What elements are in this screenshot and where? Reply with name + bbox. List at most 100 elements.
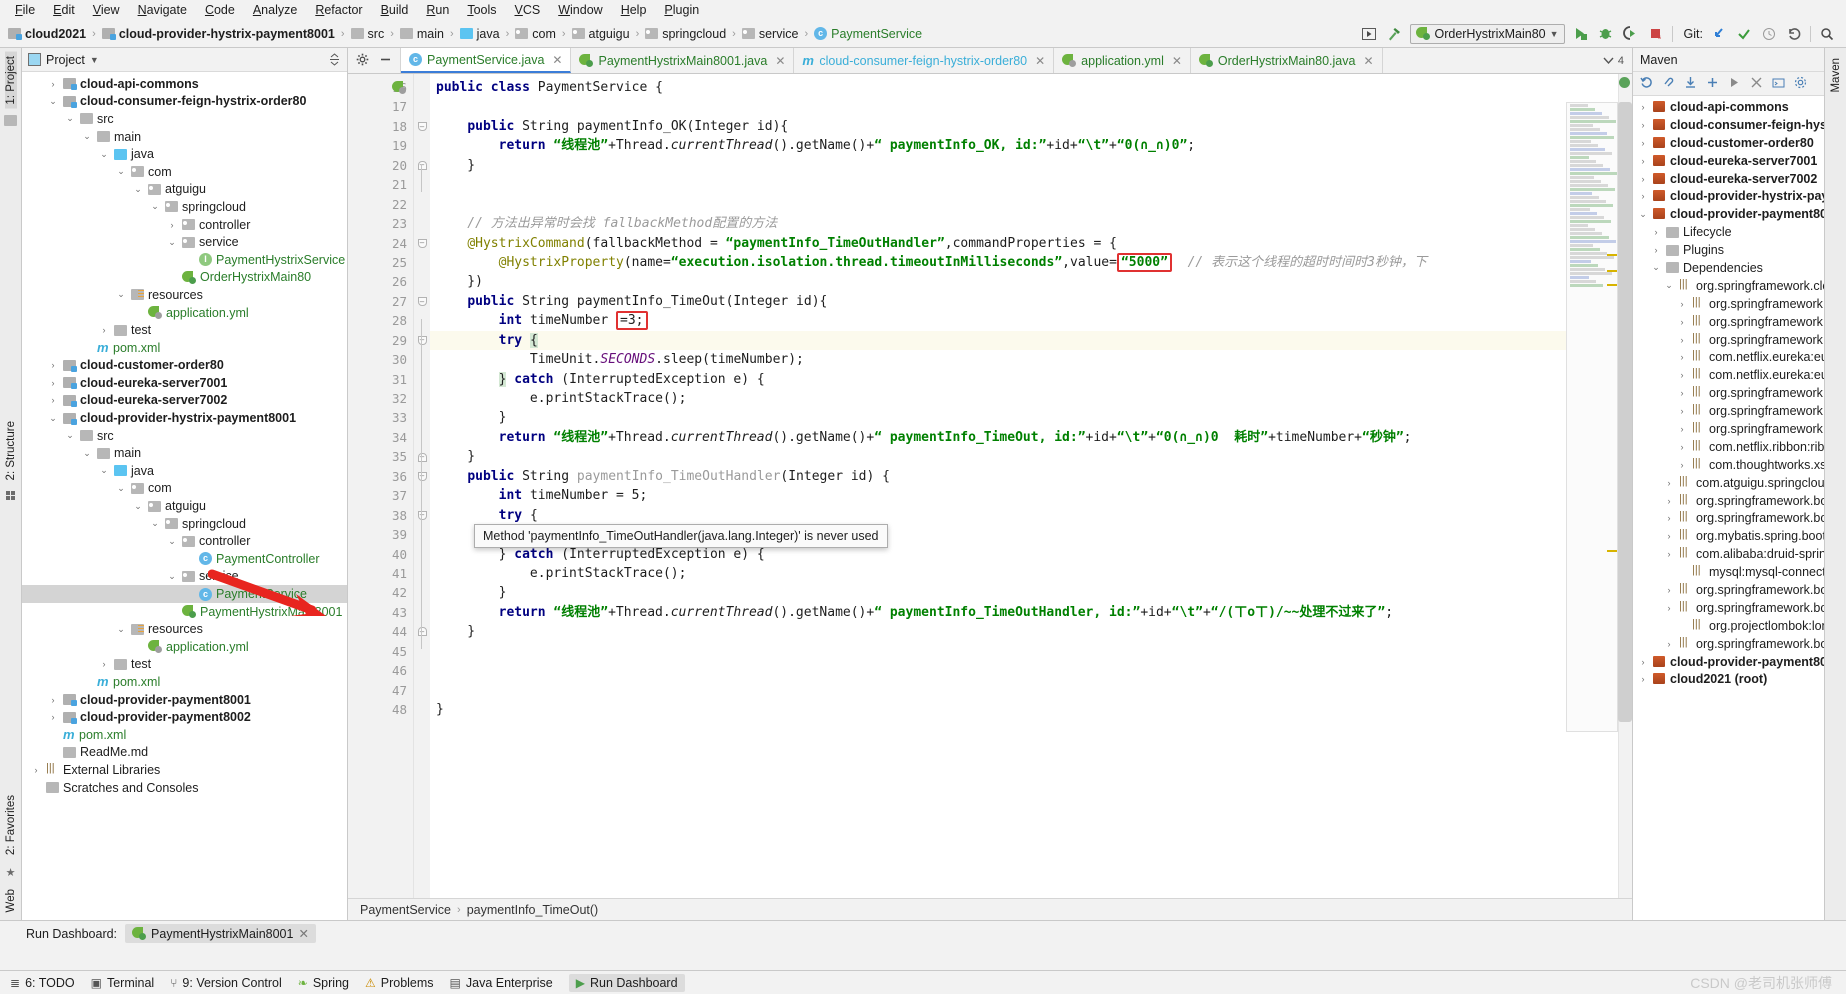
tree-item-atguigu[interactable]: ⌄ atguigu xyxy=(22,497,347,515)
fold-marker[interactable]: – xyxy=(414,467,430,486)
fold-marker[interactable]: – xyxy=(414,156,430,175)
download-sources-icon[interactable] xyxy=(1684,76,1697,92)
fold-expand-icon[interactable]: – xyxy=(417,160,427,170)
chevron-right-icon[interactable]: › xyxy=(1676,460,1688,470)
menu-item-edit[interactable]: Edit xyxy=(44,2,84,18)
fold-marker[interactable]: – xyxy=(414,447,430,466)
chevron-down-icon[interactable]: ⌄ xyxy=(1637,209,1649,220)
project-tree[interactable]: › cloud-api-commons ⌄ cloud-consumer-feign-… xyxy=(22,72,347,920)
settings-icon[interactable] xyxy=(1794,76,1807,92)
tree-item-service[interactable]: ⌄ service xyxy=(22,568,347,586)
maven-tree-item-cloud-eureka-server7002[interactable]: › cloud-eureka-server7002 xyxy=(1633,170,1824,188)
fold-marker[interactable]: – xyxy=(414,117,430,136)
tree-item-readme-md[interactable]: ReadMe.md xyxy=(22,744,347,762)
tree-item-controller[interactable]: › controller xyxy=(22,216,347,234)
chevron-right-icon[interactable]: › xyxy=(1637,138,1649,148)
tree-item-java[interactable]: ⌄ java xyxy=(22,145,347,163)
chevron-down-icon[interactable]: ⌄ xyxy=(47,96,59,107)
menu-item-vcs[interactable]: VCS xyxy=(506,2,550,18)
bottom-tab-spring[interactable]: ❧ Spring xyxy=(298,976,349,990)
fold-collapse-icon[interactable]: – xyxy=(417,122,427,132)
code-line[interactable]: } xyxy=(430,700,1618,719)
maven-tree[interactable]: › cloud-api-commons › cloud-consumer-feign-… xyxy=(1633,96,1824,920)
tree-item-atguigu[interactable]: ⌄ atguigu xyxy=(22,181,347,199)
maven-tree-item-org-springframework-boo[interactable]: › org.springframework.boo xyxy=(1633,492,1825,510)
maven-tree-item-org-springframework-c[interactable]: › org.springframework.c xyxy=(1633,402,1825,420)
run-with-coverage-icon[interactable] xyxy=(1622,25,1640,43)
maven-tree-item-cloud-provider-payment8001[interactable]: ⌄ cloud-provider-payment8001 xyxy=(1633,205,1824,223)
chevron-down-icon[interactable]: ⌄ xyxy=(166,237,178,248)
code-line[interactable] xyxy=(430,175,1618,194)
code-line[interactable]: // 方法出异常时会找 fallbackMethod配置的方法 xyxy=(430,214,1618,233)
close-icon[interactable]: ✕ xyxy=(1172,54,1182,68)
code-line[interactable] xyxy=(430,661,1618,680)
fold-gutter[interactable]: – – – – – – – – – xyxy=(414,74,430,898)
menu-item-plugin[interactable]: Plugin xyxy=(655,2,708,18)
tree-item-cloud-provider-payment8001[interactable]: › cloud-provider-payment8001 xyxy=(22,691,347,709)
search-icon[interactable] xyxy=(1818,25,1836,43)
tree-item-application-yml[interactable]: application.yml xyxy=(22,304,347,322)
error-stripe[interactable] xyxy=(1618,74,1632,898)
fold-expand-icon[interactable]: – xyxy=(417,627,427,637)
maven-tree-item-org-springframework-boo[interactable]: › org.springframework.boo xyxy=(1633,509,1825,527)
add-icon[interactable] xyxy=(1706,76,1719,92)
chevron-down-icon[interactable]: ⌄ xyxy=(132,184,144,195)
editor-tab-application-yml[interactable]: application.yml ✕ xyxy=(1054,48,1191,73)
maven-tree-item-org-springframework-c[interactable]: › org.springframework.c xyxy=(1633,420,1825,438)
git-commit-icon[interactable] xyxy=(1735,25,1753,43)
fold-marker[interactable]: – xyxy=(414,234,430,253)
tree-item-paymenthystrixmain8001[interactable]: PaymentHystrixMain8001 xyxy=(22,603,347,621)
close-icon[interactable]: ✕ xyxy=(1363,54,1373,68)
chevron-right-icon[interactable]: › xyxy=(1637,674,1649,684)
tree-item-src[interactable]: ⌄ src xyxy=(22,427,347,445)
chevron-down-icon[interactable]: ⌄ xyxy=(81,448,93,459)
tree-item-application-yml[interactable]: application.yml xyxy=(22,638,347,656)
close-icon[interactable]: ✕ xyxy=(1035,54,1045,68)
code-minimap[interactable] xyxy=(1566,102,1618,732)
reload-icon[interactable] xyxy=(1640,76,1653,92)
sidebar-item-project[interactable]: 1: Project xyxy=(4,52,17,109)
chevron-right-icon[interactable]: › xyxy=(1663,549,1675,559)
chevron-down-icon[interactable]: ⌄ xyxy=(132,501,144,512)
tree-item-service[interactable]: ⌄ service xyxy=(22,233,347,251)
chevron-right-icon[interactable]: › xyxy=(98,325,110,335)
chevron-right-icon[interactable]: › xyxy=(98,659,110,669)
fold-collapse-icon[interactable]: – xyxy=(417,297,427,307)
menu-item-run[interactable]: Run xyxy=(417,2,458,18)
breadcrumb-item-com[interactable]: com xyxy=(511,26,560,42)
code-line[interactable] xyxy=(430,195,1618,214)
git-history-icon[interactable] xyxy=(1760,25,1778,43)
chevron-right-icon[interactable]: › xyxy=(1663,603,1675,613)
close-icon[interactable]: ✕ xyxy=(552,53,562,67)
maven-tree-item-cloud-eureka-server7001[interactable]: › cloud-eureka-server7001 xyxy=(1633,152,1824,170)
maven-tree-item-org-springframework-c[interactable]: › org.springframework.c xyxy=(1633,384,1825,402)
chevron-right-icon[interactable]: › xyxy=(47,378,59,388)
chevron-right-icon[interactable]: › xyxy=(1663,478,1675,488)
maven-tree-item-lifecycle[interactable]: › Lifecycle xyxy=(1633,223,1824,241)
editor-tab-overflow[interactable]: 4 xyxy=(1595,48,1632,73)
chevron-down-icon[interactable]: ⌄ xyxy=(115,166,127,177)
menu-item-navigate[interactable]: Navigate xyxy=(129,2,196,18)
sidebar-item-favorites[interactable]: 2: Favorites xyxy=(5,791,17,859)
code-content[interactable]: public class PaymentService { public Str… xyxy=(430,74,1618,898)
sidebar-item-maven[interactable]: Maven xyxy=(1830,54,1842,97)
tree-item-controller[interactable]: ⌄ controller xyxy=(22,532,347,550)
code-line[interactable] xyxy=(430,642,1618,661)
chevron-right-icon[interactable]: › xyxy=(1676,406,1688,416)
stop-icon[interactable]: s xyxy=(1647,25,1665,43)
close-icon[interactable]: ✕ xyxy=(775,54,785,68)
code-line[interactable]: } xyxy=(430,583,1618,602)
bottom-tab-9-version-control[interactable]: ⑂ 9: Version Control xyxy=(170,976,282,990)
maven-tree-item-com-netflix-eureka-eur[interactable]: › com.netflix.eureka:eur xyxy=(1633,348,1825,366)
git-rollback-icon[interactable] xyxy=(1785,25,1803,43)
tree-item-springcloud[interactable]: ⌄ springcloud xyxy=(22,515,347,533)
fold-collapse-icon[interactable]: – xyxy=(417,471,427,481)
bottom-tab-terminal[interactable]: ▣ Terminal xyxy=(91,976,155,990)
code-line[interactable]: public String paymentInfo_OK(Integer id)… xyxy=(430,117,1618,136)
maven-tree-item-mysql-mysql-connector-ja[interactable]: mysql:mysql-connector-ja xyxy=(1633,563,1824,581)
run-dashboard-tab[interactable]: PaymentHystrixMain8001 ✕ xyxy=(125,924,316,943)
chevron-right-icon[interactable]: › xyxy=(1676,424,1688,434)
maven-tree-item-org-springframework-boo[interactable]: › org.springframework.boo xyxy=(1633,635,1825,653)
tree-item-cloud-eureka-server7001[interactable]: › cloud-eureka-server7001 xyxy=(22,374,347,392)
debug-icon[interactable] xyxy=(1597,25,1615,43)
